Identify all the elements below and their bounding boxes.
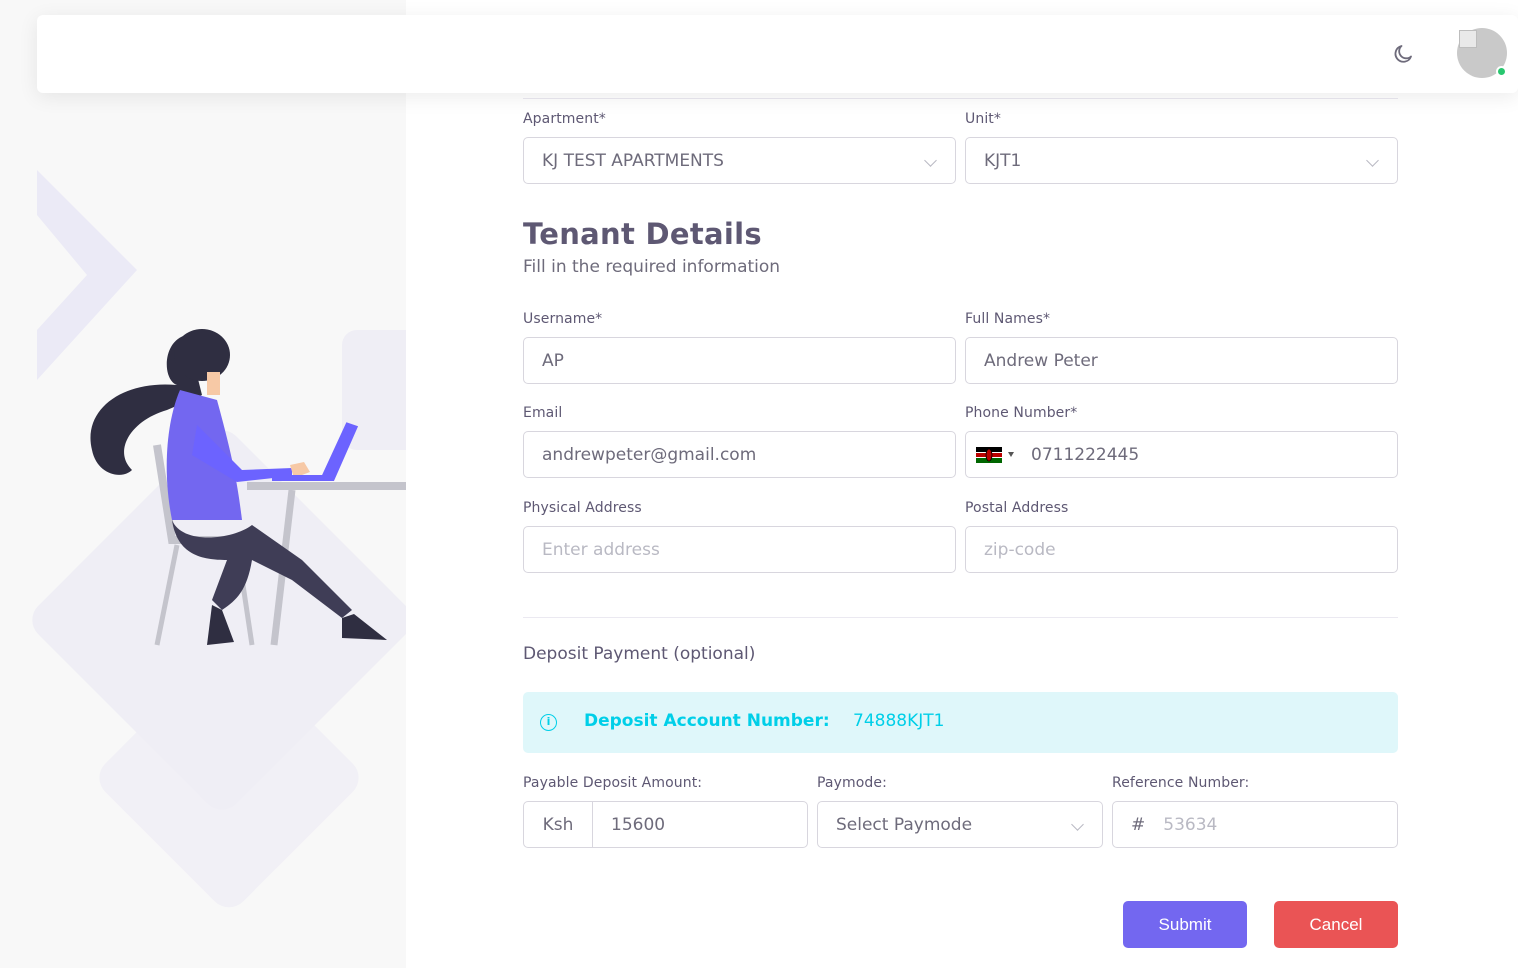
caret-down-icon <box>1008 452 1014 457</box>
woman-laptop-illustration <box>32 170 406 908</box>
physical-address-input[interactable]: Enter address <box>523 526 956 573</box>
deposit-account-value: 74888KJT1 <box>853 711 945 731</box>
full-names-value: Andrew Peter <box>984 350 1098 371</box>
deposit-title: Deposit Payment (optional) <box>523 644 756 664</box>
cancel-button[interactable]: Cancel <box>1274 901 1398 948</box>
avatar-image-icon <box>1459 30 1477 48</box>
deposit-amount-label: Payable Deposit Amount: <box>523 775 703 791</box>
currency-prefix: Ksh <box>523 801 593 848</box>
paymode-select[interactable]: Select Paymode <box>817 801 1103 848</box>
info-icon: i <box>540 714 557 731</box>
top-divider <box>523 98 1398 99</box>
reference-label: Reference Number: <box>1112 775 1250 791</box>
phone-value: 0711222445 <box>1031 444 1140 465</box>
hash-icon: # <box>1131 814 1146 835</box>
physical-address-placeholder: Enter address <box>542 539 660 560</box>
unit-select[interactable]: KJT1 <box>965 137 1398 184</box>
chevron-down-icon <box>1071 818 1084 831</box>
unit-label: Unit* <box>965 111 1001 127</box>
deposit-account-label: Deposit Account Number: <box>584 711 830 731</box>
reference-placeholder: 53634 <box>1163 814 1218 835</box>
reference-input[interactable]: # 53634 <box>1112 801 1398 848</box>
full-names-label: Full Names* <box>965 311 1051 327</box>
deposit-amount-value: 15600 <box>611 814 666 835</box>
email-input[interactable]: andrewpeter@gmail.com <box>523 431 956 478</box>
section-subtitle: Fill in the required information <box>523 257 781 277</box>
top-navbar <box>37 15 1518 93</box>
postal-address-placeholder: zip-code <box>984 539 1056 560</box>
deposit-account-alert: i Deposit Account Number: 74888KJT1 <box>523 692 1398 753</box>
apartment-value: KJ TEST APARTMENTS <box>542 150 724 171</box>
chevron-down-icon <box>924 154 937 167</box>
email-label: Email <box>523 405 563 421</box>
postal-address-label: Postal Address <box>965 500 1069 516</box>
apartment-label: Apartment* <box>523 111 606 127</box>
username-label: Username* <box>523 311 603 327</box>
section-title: Tenant Details <box>523 217 762 251</box>
username-value: AP <box>542 350 564 371</box>
online-status-dot <box>1496 66 1507 77</box>
paymode-value: Select Paymode <box>836 814 973 835</box>
phone-label: Phone Number* <box>965 405 1078 421</box>
deposit-amount-input[interactable]: 15600 <box>592 801 808 848</box>
submit-button[interactable]: Submit <box>1123 901 1247 948</box>
section-divider <box>523 617 1398 618</box>
postal-address-input[interactable]: zip-code <box>965 526 1398 573</box>
moon-icon[interactable] <box>1391 42 1415 66</box>
paymode-label: Paymode: <box>817 775 887 791</box>
chevron-down-icon <box>1366 154 1379 167</box>
kenya-flag-icon[interactable] <box>976 447 1002 463</box>
phone-input[interactable]: 0711222445 <box>965 431 1398 478</box>
apartment-select[interactable]: KJ TEST APARTMENTS <box>523 137 956 184</box>
user-avatar[interactable] <box>1457 28 1507 78</box>
full-names-input[interactable]: Andrew Peter <box>965 337 1398 384</box>
unit-value: KJT1 <box>984 150 1022 171</box>
email-value: andrewpeter@gmail.com <box>542 444 757 465</box>
illustration-panel <box>2 0 406 968</box>
physical-address-label: Physical Address <box>523 500 642 516</box>
username-input[interactable]: AP <box>523 337 956 384</box>
